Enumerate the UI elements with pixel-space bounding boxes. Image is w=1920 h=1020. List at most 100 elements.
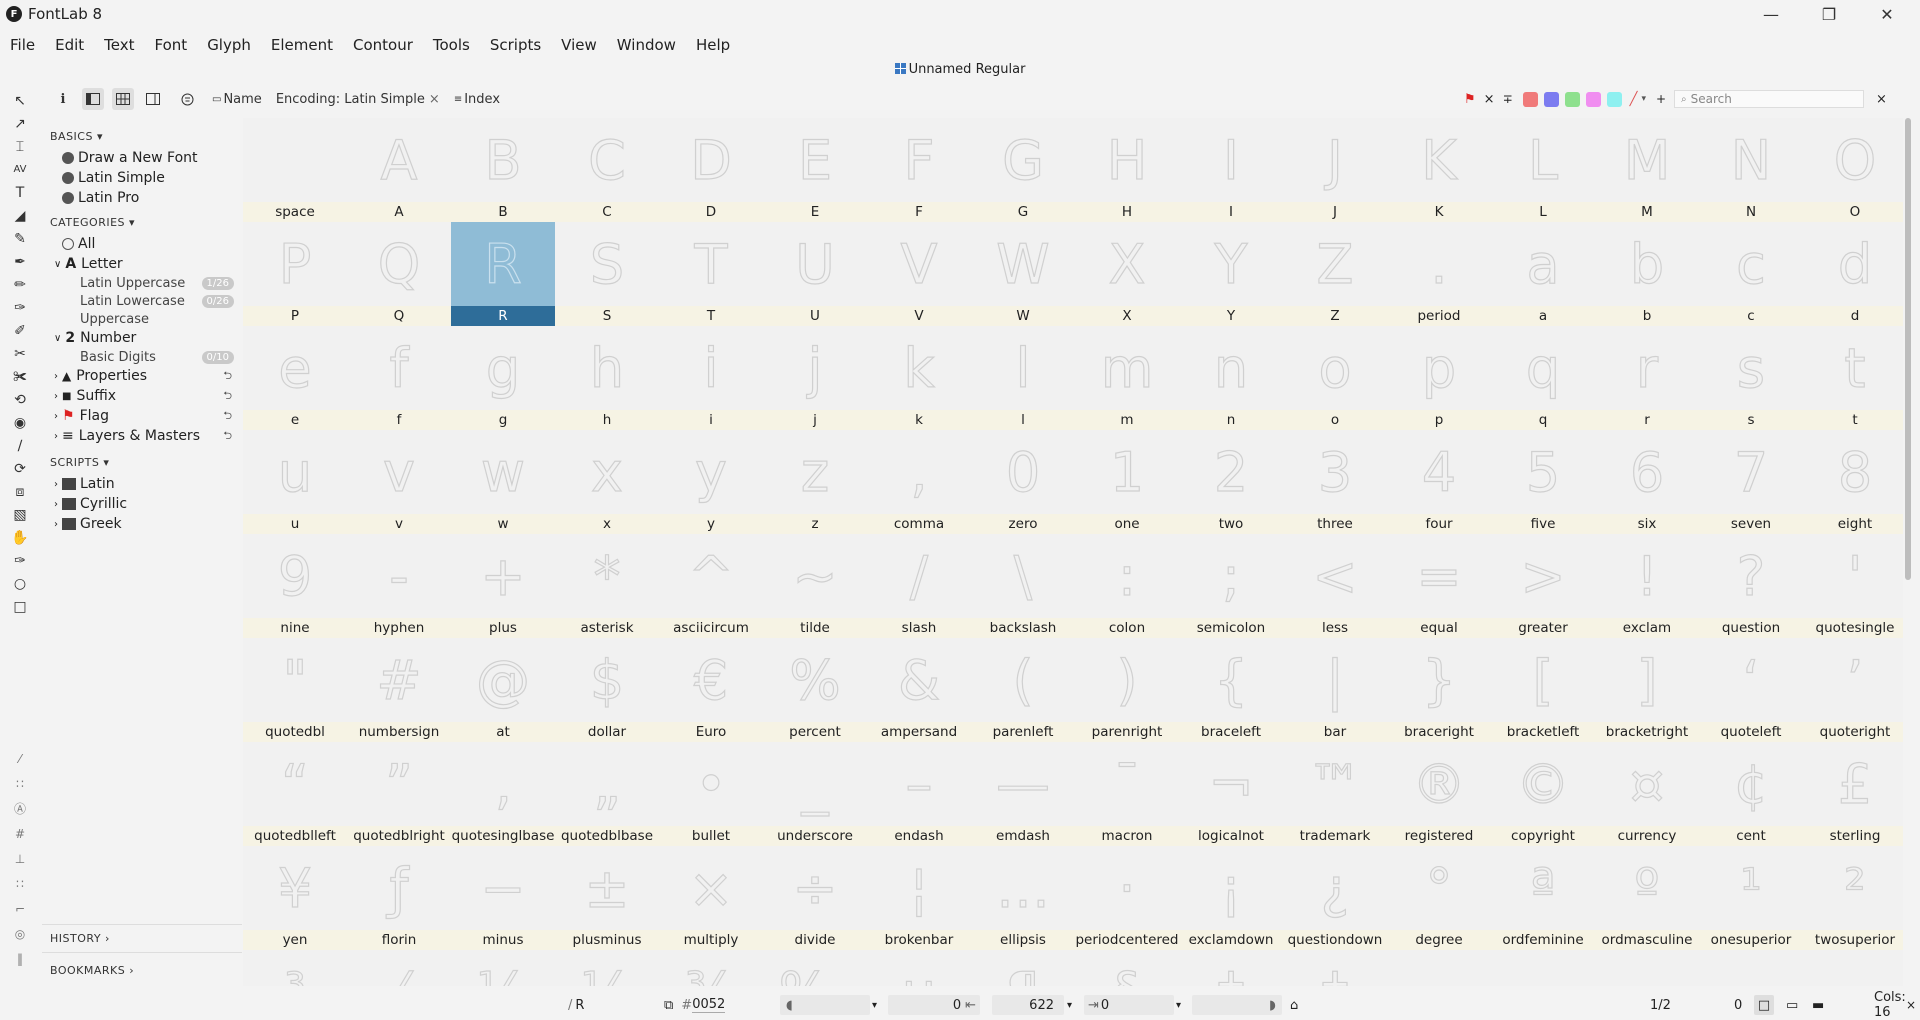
glyph-cell[interactable]: RR: [451, 222, 555, 326]
close-panel-icon[interactable]: ×: [1876, 92, 1887, 107]
categories-section-header[interactable]: CATEGORIES ▾: [50, 216, 135, 229]
glyph-cell[interactable]: kk: [867, 326, 971, 430]
sidebar-item-latin-simple[interactable]: Latin Simple: [62, 170, 165, 186]
sidebar-item-basic-digits[interactable]: Basic Digits 0/10: [80, 350, 240, 365]
guide-icon[interactable]: ⁄: [11, 750, 29, 768]
glyph-cell[interactable]: ” quotedblright: [347, 742, 451, 846]
glyph-cell[interactable]: 1 one: [1075, 430, 1179, 534]
glyph-cell[interactable]: gg: [451, 326, 555, 430]
filter-icon[interactable]: [176, 88, 198, 110]
flag-color-swatch[interactable]: [1585, 91, 1601, 107]
glyph-cell[interactable]: , comma: [867, 430, 971, 534]
glyph-cell[interactable]: ee: [243, 326, 347, 430]
menu-element[interactable]: Element: [261, 36, 343, 54]
glyph-cell[interactable]: EE: [763, 118, 867, 222]
menu-edit[interactable]: Edit: [45, 36, 94, 54]
columns-icon[interactable]: ‖: [11, 950, 29, 968]
bookmarks-section-header[interactable]: BOOKMARKS ›: [50, 964, 134, 977]
sidebar-item-latin[interactable]: › Latin: [54, 476, 115, 492]
sidebar-item-all[interactable]: All: [62, 236, 95, 252]
glyph-cell[interactable]: ⁄: [347, 950, 451, 986]
menu-text[interactable]: Text: [94, 36, 144, 54]
reset-icon[interactable]: ⮌: [223, 427, 232, 446]
glyph-cell[interactable]: bb: [1595, 222, 1699, 326]
glyph-cell[interactable]: II: [1179, 118, 1283, 222]
glyph-cell[interactable]: · periodcentered: [1075, 846, 1179, 950]
hand-icon[interactable]: ✋: [11, 529, 29, 547]
glyph-cell[interactable]: ½: [555, 950, 659, 986]
sidebar-item-properties[interactable]: › ▲ Properties ⮌: [54, 368, 240, 384]
align-icon[interactable]: ⊥: [11, 850, 29, 868]
glyph-cell[interactable]: ¶: [971, 950, 1075, 986]
glyph-cell[interactable]: 7 seven: [1699, 430, 1803, 534]
glyph-cell[interactable]: ' quotesingle: [1803, 534, 1903, 638]
sidebar-item-greek[interactable]: › Greek: [54, 516, 122, 532]
glyph-cell[interactable]: 4 four: [1387, 430, 1491, 534]
right-sidebearing-field[interactable]: ◗: [1192, 995, 1282, 1015]
menu-glyph[interactable]: Glyph: [197, 36, 261, 54]
sidebar-item-flag[interactable]: › ⚑ Flag ⮌: [54, 408, 240, 424]
glyph-cell[interactable]: jj: [763, 326, 867, 430]
dots-icon[interactable]: ∷: [11, 875, 29, 893]
menu-window[interactable]: Window: [607, 36, 686, 54]
glyph-cell[interactable]: $ dollar: [555, 638, 659, 742]
sidebar-item-latin-pro[interactable]: Latin Pro: [62, 190, 139, 206]
scripts-section-header[interactable]: SCRIPTS ▾: [50, 456, 109, 469]
glyph-cell[interactable]: vv: [347, 430, 451, 534]
baseline-icon[interactable]: ⌂: [1290, 995, 1298, 1015]
cell-size-medium-icon[interactable]: ▭: [1786, 995, 1798, 1015]
glyph-cell[interactable]: ¦ brokenbar: [867, 846, 971, 950]
glyph-cell[interactable]: ‡: [1283, 950, 1387, 986]
stretch-icon[interactable]: ⟲: [11, 391, 29, 409]
sidebar-item-latin-uppercase[interactable]: Latin Uppercase 1/26: [80, 276, 240, 291]
glyph-cell[interactable]: @ at: [451, 638, 555, 742]
glyph-cell[interactable]: yy: [659, 430, 763, 534]
reset-icon[interactable]: ⮌: [223, 407, 232, 426]
rectangle-icon[interactable]: □: [11, 598, 29, 616]
glyph-cell[interactable]: ff: [347, 326, 451, 430]
menu-contour[interactable]: Contour: [343, 36, 423, 54]
cell-size-small-icon[interactable]: □: [1754, 995, 1774, 1015]
chevron-down-icon[interactable]: ▾: [872, 995, 877, 1015]
frame-icon[interactable]: Ⓐ: [11, 800, 29, 818]
glyph-cell[interactable]: º ordmasculine: [1595, 846, 1699, 950]
glyph-cell[interactable]: BB: [451, 118, 555, 222]
glyph-cell[interactable]: HH: [1075, 118, 1179, 222]
sidebar-item-draw-new-font[interactable]: Draw a New Font: [62, 150, 198, 166]
glyph-cell[interactable]: \ backslash: [971, 534, 1075, 638]
glyph-cell[interactable]: pp: [1387, 326, 1491, 430]
glyph-cell[interactable]: GG: [971, 118, 1075, 222]
glyph-cell[interactable]: 2 two: [1179, 430, 1283, 534]
glyph-cell[interactable]: cc: [1699, 222, 1803, 326]
glyph-cell[interactable]: & ampersand: [867, 638, 971, 742]
glyph-cell[interactable]: qq: [1491, 326, 1595, 430]
name-mode-button[interactable]: ▭ Name: [212, 88, 262, 110]
encoding-selector[interactable]: Encoding: Latin Simple ×: [276, 88, 440, 110]
index-button[interactable]: ≡ Index: [454, 88, 500, 110]
glyph-cell[interactable]: dd: [1803, 222, 1903, 326]
brush-icon[interactable]: ✎: [11, 230, 29, 248]
clear-flag-icon[interactable]: ×: [1484, 92, 1495, 107]
search-input[interactable]: ⌕ Search: [1674, 90, 1865, 108]
glyph-cell[interactable]: †: [1179, 950, 1283, 986]
vertical-scrollbar[interactable]: [1905, 118, 1911, 580]
glyph-cell[interactable]: §: [1075, 950, 1179, 986]
scale-icon[interactable]: ▧: [11, 506, 29, 524]
glyph-cell[interactable]: ¾: [659, 950, 763, 986]
minimize-button[interactable]: —: [1742, 0, 1800, 28]
sidebar-item-cyrillic[interactable]: › Cyrillic: [54, 496, 127, 512]
glyph-cell[interactable]: µ: [867, 950, 971, 986]
glyph-cell[interactable]: space: [243, 118, 347, 222]
sidebar-item-latin-lowercase[interactable]: Latin Lowercase 0/26: [80, 294, 240, 309]
glyph-cell[interactable]: " quotedbl: [243, 638, 347, 742]
glyph-cell[interactable]: ¿ questiondown: [1283, 846, 1387, 950]
close-status-icon[interactable]: ×: [1906, 995, 1916, 1015]
glyph-cell[interactable]: ¯ macron: [1075, 742, 1179, 846]
glyph-cell[interactable]: ii: [659, 326, 763, 430]
glyph-cell[interactable]: mm: [1075, 326, 1179, 430]
glyph-cell[interactable]: CC: [555, 118, 659, 222]
glyph-cell[interactable]: ^ asciicircum: [659, 534, 763, 638]
advance-width-field[interactable]: 622: [992, 995, 1064, 1015]
glyph-cell[interactable]: SS: [555, 222, 659, 326]
left-metric-field[interactable]: 0 ⇤: [888, 995, 980, 1015]
